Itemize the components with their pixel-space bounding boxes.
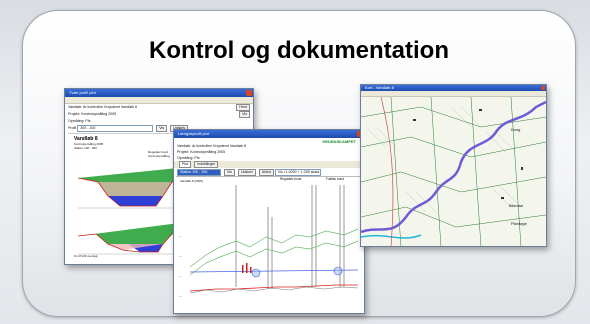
- vis-button[interactable]: Vis: [224, 169, 235, 176]
- afslut-button[interactable]: Afslut: [258, 169, 274, 176]
- window-title: Kort - Vandløb 8: [365, 85, 394, 90]
- svg-text:—: —: [179, 234, 182, 238]
- window-titlebar[interactable]: Tvær profil plot: [65, 89, 253, 97]
- field-value[interactable]: Ple: [194, 156, 199, 160]
- field-value[interactable]: Kontrolopmåling 2005: [190, 150, 225, 154]
- close-icon[interactable]: [246, 90, 252, 96]
- chart-area: Vandløb 8 (2005) Regulativ bund Faktisk …: [176, 176, 362, 312]
- vis2-button[interactable]: Vis: [156, 125, 168, 132]
- red-markers: [242, 263, 252, 273]
- window-title: Længdeprofil plot: [178, 131, 209, 136]
- gray-bottom-line: [189, 286, 359, 294]
- field-value[interactable]: Ar kontrollen lil systemt Vandløb 8: [83, 105, 137, 109]
- place-label-3: Kong: [511, 127, 520, 132]
- menu-bar: [65, 97, 253, 104]
- range-row: Station 100 - 300 Vis Udskriv Afslut Vis…: [174, 168, 364, 176]
- map-window[interactable]: Kort - Vandløb 8 Bilsrose Plantage Kong: [360, 84, 547, 247]
- profile-select[interactable]: 300 - 100: [77, 125, 154, 132]
- place-label-2: Plantage: [511, 221, 528, 226]
- tab-plot[interactable]: Plot: [179, 161, 192, 168]
- field-label: Vandløb:: [177, 144, 192, 148]
- place-label-1: Bilsrose: [509, 203, 524, 208]
- field-value[interactable]: Kontrolopmåling 2005: [81, 112, 116, 116]
- svg-text:—: —: [179, 294, 182, 298]
- window-title: Tvær profil plot: [69, 90, 96, 95]
- green-line-upper: [189, 228, 359, 268]
- window-titlebar[interactable]: Kort - Vandløb 8: [361, 85, 546, 91]
- svg-text:—: —: [179, 254, 182, 258]
- tab-indstillinger[interactable]: Indstillinger: [194, 161, 219, 168]
- field-row-projekt: Projekt: Kontrolopmåling 2005 Vis: [65, 111, 253, 118]
- hent-button[interactable]: Hent: [236, 104, 250, 111]
- tab-row: Plot Indstillinger: [174, 161, 364, 168]
- range-select[interactable]: Station 100 - 300: [177, 169, 221, 176]
- hatching: [365, 106, 522, 213]
- field-label: Projekt:: [177, 150, 190, 154]
- longitudinal-profile-window[interactable]: Længdeprofil plot HEDENSKAMPET Vandløb: …: [173, 129, 365, 314]
- highlight-circle-1: [251, 268, 261, 278]
- field-value[interactable]: Ple: [85, 119, 90, 123]
- vis-button[interactable]: Vis: [239, 111, 250, 118]
- road: [380, 97, 394, 246]
- field-label: Projekt:: [68, 112, 81, 116]
- svg-text:—: —: [179, 274, 182, 278]
- blue-water-line: [189, 269, 359, 273]
- field-label: Vandløb:: [68, 105, 83, 109]
- longitudinal-plot: — — — —: [179, 185, 359, 298]
- map-canvas[interactable]: Bilsrose Plantage Kong: [361, 97, 546, 247]
- field-label: Opmåling:: [68, 119, 85, 123]
- field-label: Opmåling:: [177, 156, 194, 160]
- field-row-vandloeb: Vandløb: Ar kontrollen lil systemt Vandl…: [65, 104, 253, 111]
- stream: [361, 234, 422, 239]
- close-icon[interactable]: [541, 86, 545, 90]
- highlight-circle-2: [333, 266, 343, 276]
- brand-label: HEDENSKAMPET: [322, 139, 356, 144]
- udskriv-button[interactable]: Udskriv: [237, 169, 256, 176]
- y-axis-ticks: — — — —: [179, 234, 182, 298]
- field-value[interactable]: Ar kontrollen lil systemt Vandløb 8: [192, 144, 246, 148]
- window-titlebar[interactable]: Længdeprofil plot: [174, 130, 364, 138]
- plot-footer: Km Profil oversigt: [74, 254, 98, 258]
- scale-field[interactable]: Vis i 1:2000 + 1:250 skala: [274, 169, 321, 176]
- green-line-lower: [189, 240, 359, 276]
- field-label: Profil: [68, 126, 77, 130]
- card-title: Kontrol og dokumentation: [149, 37, 449, 64]
